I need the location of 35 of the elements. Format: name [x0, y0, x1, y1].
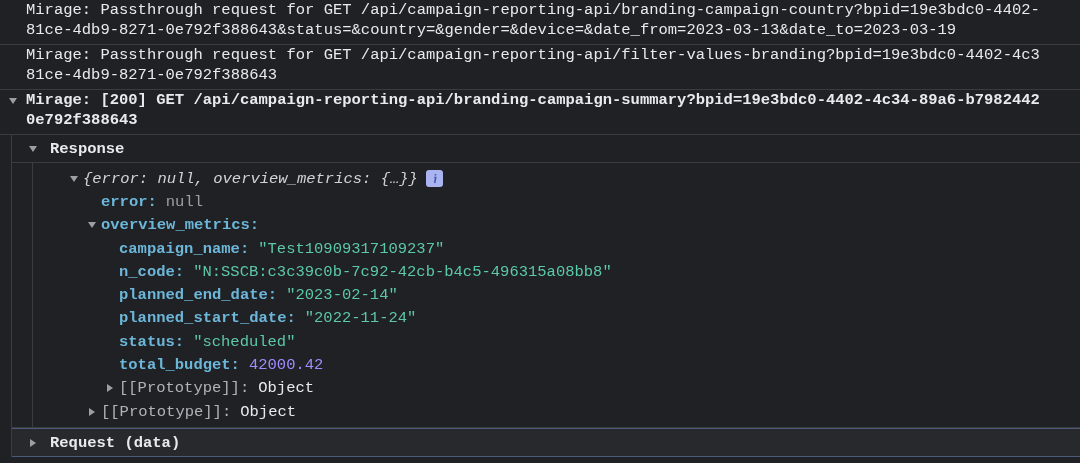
expanded-triangle-icon[interactable]: [28, 143, 38, 154]
info-icon[interactable]: [425, 170, 443, 188]
log-message-line: 0e792f388643: [26, 110, 139, 130]
property-key: campaign_name:: [119, 239, 250, 258]
property-key: n_code:: [119, 262, 185, 281]
property-key: error:: [101, 192, 157, 211]
property-key: planned_start_date:: [119, 309, 296, 328]
property-key: overview_metrics:: [101, 216, 260, 235]
property-value: "2022-11-24": [304, 309, 417, 328]
property-value: "N:SSCB:c3c39c0b-7c92-42cb-b4c5-496315a08bb8": [193, 262, 612, 281]
property-key: status:: [119, 332, 185, 351]
log-message-line: Mirage: [200] GET /api/campaign-reporting-api/branding-campaign-summary?bpid=19e3bdc0-4402-4c34-89a6-b7982442: [26, 91, 1040, 111]
property-key: planned_end_date:: [119, 286, 278, 305]
log-message-line: 81ce-4db9-8271-0e792f388643: [26, 65, 279, 85]
property-key: [[Prototype]]:: [119, 379, 250, 398]
log-message-line: 81ce-4db9-8271-0e792f388643&status=&country=&gender=&device=&date_from=2023-03-13&date_to=2023-03-19: [26, 20, 958, 40]
collapsed-triangle-icon[interactable]: [87, 406, 97, 417]
property-value: "scheduled": [193, 332, 296, 351]
property-value: "Test10909317109237": [258, 239, 445, 258]
object-preview: {error: null, overview_metrics: {…}}: [83, 169, 418, 188]
property-value: "2023-02-14": [286, 286, 398, 305]
property-key: total_budget:: [119, 356, 240, 374]
section-title[interactable]: Request (data): [50, 433, 181, 452]
property-value: null: [165, 192, 204, 211]
collapsed-triangle-icon[interactable]: [105, 383, 115, 394]
section-title[interactable]: Response: [50, 139, 125, 158]
log-message-line: Mirage: Passthrough request for GET /api/campaign-reporting-api/branding-campaign-country?bpid=19e3bdc0-4402-: [26, 1, 1040, 21]
log-message-line: Mirage: Passthrough request for GET /api/campaign-reporting-api/filter-values-branding?bpid=19e3bdc0-4402-4c3: [26, 46, 1040, 66]
property-value: Object: [240, 402, 297, 421]
expanded-triangle-icon[interactable]: [8, 96, 18, 106]
property-value: 42000.42: [248, 356, 324, 374]
expanded-triangle-icon[interactable]: [69, 173, 79, 184]
collapsed-triangle-icon[interactable]: [28, 437, 38, 448]
property-key: [[Prototype]]:: [101, 402, 232, 421]
property-value: Object: [258, 379, 315, 398]
